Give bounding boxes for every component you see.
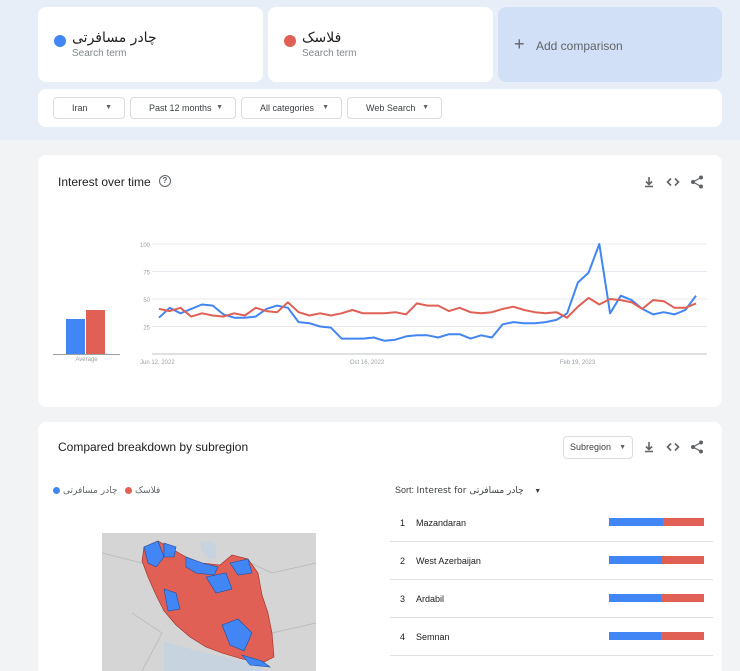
legend-item-term-2: فلاسک: [125, 486, 160, 496]
help-icon[interactable]: ?: [159, 175, 171, 187]
share-bar-term-1: [609, 518, 663, 526]
share-bar-term-1: [609, 632, 661, 640]
row-rank: 3: [400, 594, 406, 604]
caret-down-icon: ▼: [534, 488, 542, 495]
share-bar-term-1: [609, 594, 661, 602]
caret-down-icon: ▼: [619, 444, 626, 451]
row-region-name: West Azerbaijan: [416, 556, 481, 566]
table-row[interactable]: 4 Semnan: [390, 618, 713, 656]
y-tick-label: 50: [143, 298, 150, 304]
caret-down-icon: ▼: [105, 104, 112, 111]
caret-down-icon: ▼: [422, 104, 429, 111]
table-row[interactable]: 2 West Azerbaijan: [390, 542, 713, 580]
sort-value: Interest for چادر مسافرتی: [416, 486, 524, 496]
legend-dot: [125, 487, 132, 494]
share-bar-term-2: [662, 556, 704, 564]
sort-label: Sort:: [395, 485, 415, 495]
region-filter[interactable]: Iran ▼: [53, 97, 125, 119]
add-comparison-button[interactable]: + Add comparison: [498, 7, 722, 82]
y-tick-label: 25: [143, 326, 150, 332]
filter-bar: Iran ▼ Past 12 months ▼ All categories ▼…: [38, 89, 722, 127]
card-title: Compared breakdown by subregion: [58, 440, 249, 454]
row-rank: 4: [400, 632, 406, 642]
row-region-name: Ardabil: [416, 594, 445, 604]
time-filter[interactable]: Past 12 months ▼: [130, 97, 236, 119]
row-rank: 2: [400, 556, 406, 566]
y-tick-label: 100: [140, 243, 151, 249]
filter-label: Web Search: [366, 103, 416, 113]
legend-dot: [53, 487, 60, 494]
term-color-dot: [54, 35, 66, 47]
average-baseline: [53, 354, 120, 355]
average-bar-term-2: [86, 310, 105, 354]
caret-down-icon: ▼: [322, 104, 329, 111]
search-term-card-2[interactable]: فلاسک Search term: [268, 7, 493, 82]
search-term-card-1[interactable]: چادر مسافرتی Search term: [38, 7, 263, 82]
share-bar-term-2: [661, 632, 704, 640]
share-bar-term-2: [663, 518, 704, 526]
table-row[interactable]: 1 Mazandaran: [390, 504, 713, 542]
y-tick-label: 75: [143, 271, 150, 277]
category-filter[interactable]: All categories ▼: [241, 97, 342, 119]
dropdown-label: Subregion: [570, 442, 612, 452]
search-term-name[interactable]: فلاسک: [302, 30, 341, 46]
search-term-type: Search term: [72, 48, 127, 59]
table-row[interactable]: 3 Ardabil: [390, 580, 713, 618]
caret-down-icon: ▼: [216, 104, 223, 111]
share-icon[interactable]: [689, 439, 705, 455]
search-term-type: Search term: [302, 48, 357, 59]
filter-label: Iran: [72, 103, 88, 113]
series-line-2: [158, 296, 697, 319]
search-type-filter[interactable]: Web Search ▼: [347, 97, 442, 119]
search-term-name[interactable]: چادر مسافرتی: [72, 30, 157, 46]
interest-line-chart: 100 75 50 25 Jun 12, 2022 Oct 16, 2022 Feb 19,…: [140, 243, 707, 366]
subregion-breakdown-card: Compared breakdown by subregion Subregio…: [38, 422, 722, 671]
share-bar-term-2: [661, 594, 704, 602]
share-icon[interactable]: [689, 174, 705, 190]
plus-icon: +: [514, 34, 525, 54]
legend-label: فلاسک: [135, 486, 161, 496]
iran-region-map[interactable]: [102, 533, 316, 671]
row-region-name: Mazandaran: [416, 518, 467, 528]
download-icon[interactable]: [641, 439, 657, 455]
download-icon[interactable]: [641, 174, 657, 190]
add-comparison-label: Add comparison: [536, 39, 623, 53]
embed-icon[interactable]: [665, 174, 681, 190]
row-rank: 1: [400, 518, 406, 528]
x-tick-label: Jun 12, 2022: [140, 360, 175, 366]
legend-label: چادر مسافرتی: [63, 486, 118, 496]
subregion-dropdown[interactable]: Subregion ▼: [563, 436, 633, 459]
sort-control[interactable]: Sort: Interest for چادر مسافرتی ▼: [395, 485, 541, 496]
x-tick-label: Feb 19, 2023: [560, 360, 596, 366]
term-color-dot: [284, 35, 296, 47]
row-region-name: Semnan: [416, 632, 450, 642]
filter-label: Past 12 months: [149, 103, 212, 113]
card-title: Interest over time: [58, 175, 151, 189]
filter-label: All categories: [260, 103, 315, 113]
embed-icon[interactable]: [665, 439, 681, 455]
legend-item-term-1: چادر مسافرتی: [53, 486, 117, 496]
interest-over-time-card: Interest over time ? Average 100 75 50 25 Ju…: [38, 155, 722, 407]
average-label: Average: [75, 357, 98, 363]
share-bar-term-1: [609, 556, 662, 564]
average-bar-term-1: [66, 318, 85, 354]
x-tick-label: Oct 16, 2022: [350, 360, 385, 366]
